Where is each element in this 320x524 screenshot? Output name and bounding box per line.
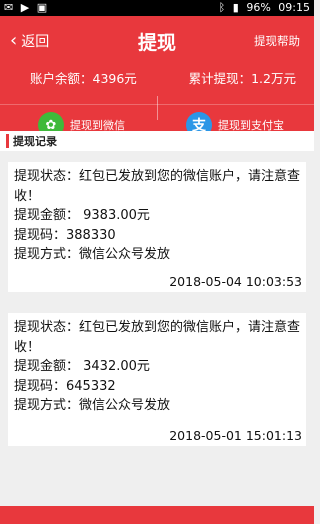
actions-divider (157, 96, 158, 120)
status-right: ᛒ ▮ 96% 09:15 (215, 0, 310, 16)
account-balance: 账户余额：4396元 (30, 71, 137, 86)
record-method: 提现方式：微信公众号发放 (14, 398, 171, 413)
records-title: 提现记录 (13, 135, 57, 148)
record-amount: 提现金额： 3432.00元 (14, 359, 150, 374)
record-amount: 提现金额： 9383.00元 (14, 208, 150, 223)
section-accent-bar (6, 134, 9, 148)
help-link[interactable]: 提现帮助 (254, 33, 300, 49)
record-status: 提现状态：红包已发放到您的微信账户，请注意查收！ (14, 320, 301, 355)
image-icon: ▣ (36, 1, 48, 14)
bluetooth-icon: ᛒ (218, 1, 226, 14)
status-left-icons: ✉ ▶ ▣ (4, 0, 51, 16)
record-time: 2018-05-04 10:03:53 (169, 274, 302, 289)
signal-icon: ▮ (232, 1, 239, 14)
header: ‹ 返回 提现 提现帮助 账户余额：4396元 累计提现：1.2万元 ✿ 提现到… (0, 16, 314, 145)
record-card: 提现状态：红包已发放到您的微信账户，请注意查收！ 提现金额： 9383.00元 … (8, 162, 306, 292)
record-status: 提现状态：红包已发放到您的微信账户，请注意查收！ (14, 169, 301, 204)
record-card: 提现状态：红包已发放到您的微信账户，请注意查收！ 提现金额： 3432.00元 … (8, 313, 306, 446)
video-icon: ▶ (20, 1, 30, 14)
record-method: 提现方式：微信公众号发放 (14, 247, 171, 262)
notification-icon: ✉ (4, 1, 14, 14)
record-code: 提现码：388330 (14, 227, 116, 243)
record-code: 提现码：645332 (14, 378, 116, 394)
bottom-bar (0, 506, 314, 524)
record-time: 2018-05-01 15:01:13 (169, 428, 302, 443)
balance-row: 账户余额：4396元 累计提现：1.2万元 (0, 68, 314, 90)
status-time: 09:15 (278, 1, 310, 14)
status-bar: ✉ ▶ ▣ ᛒ ▮ 96% 09:15 (0, 0, 314, 16)
battery-percent: 96% (246, 1, 271, 14)
records-section-header: 提现记录 (0, 131, 314, 151)
total-withdrawn: 累计提现：1.2万元 (188, 71, 296, 86)
